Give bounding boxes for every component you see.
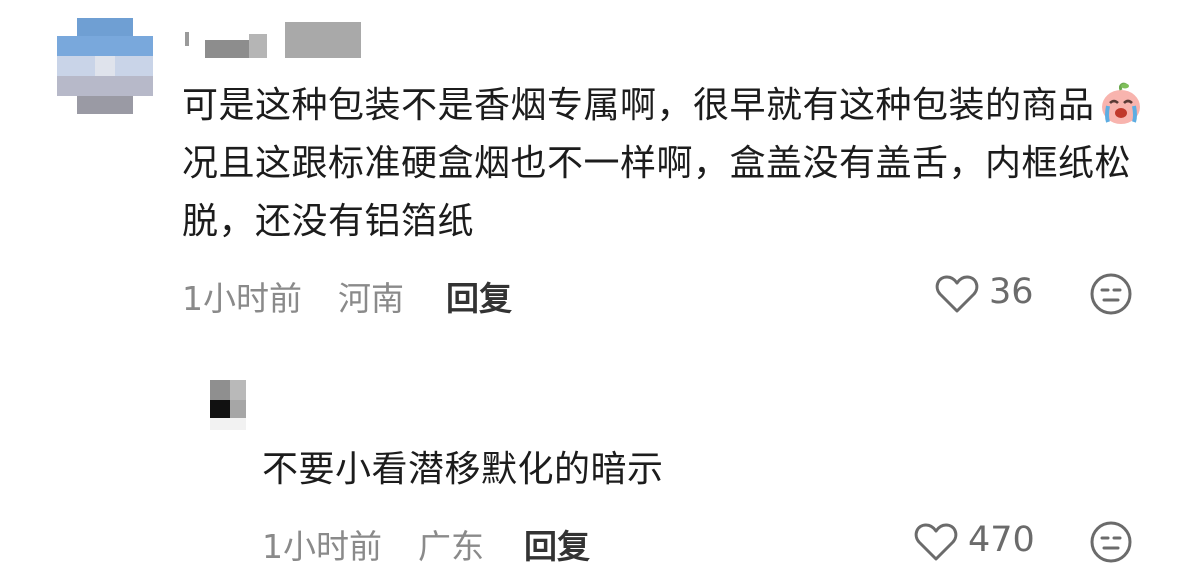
comment-text-part: 可是这种包装不是香烟专属啊，很早就有这种包装的商品 bbox=[182, 85, 1095, 126]
crying-peach-emoji-icon bbox=[1097, 79, 1145, 127]
comment-text: 不要小看潜移默化的暗示 bbox=[262, 449, 664, 490]
heart-outline-icon bbox=[935, 274, 979, 318]
comment-location: 广东 bbox=[418, 527, 484, 566]
avatar[interactable] bbox=[190, 380, 250, 440]
comment-time: 1小时前 bbox=[182, 279, 302, 318]
comment-text: 可是这种包装不是香烟专属啊，很早就有这种包装的商品 况且这跟标准硬盒烟也不一样啊… bbox=[182, 77, 1167, 251]
reply-button[interactable]: 回复 bbox=[446, 272, 512, 320]
like-button[interactable]: 470 bbox=[914, 520, 1039, 564]
like-count: 36 bbox=[989, 272, 1034, 312]
username[interactable] bbox=[185, 22, 365, 58]
comment-text-part: 况且这跟标准硬盒烟也不一样啊，盒盖没有盖舌，内框纸松脱，还没有铝箔纸 bbox=[182, 143, 1132, 242]
comment-location: 河南 bbox=[338, 279, 404, 318]
meh-face-icon[interactable] bbox=[1089, 272, 1133, 320]
avatar[interactable] bbox=[57, 18, 153, 114]
heart-outline-icon bbox=[914, 522, 958, 566]
comment-time: 1小时前 bbox=[262, 527, 382, 566]
like-count: 470 bbox=[968, 520, 1035, 560]
reply-button[interactable]: 回复 bbox=[524, 520, 590, 568]
meh-face-icon[interactable] bbox=[1089, 520, 1133, 568]
like-button[interactable]: 36 bbox=[935, 272, 1035, 316]
